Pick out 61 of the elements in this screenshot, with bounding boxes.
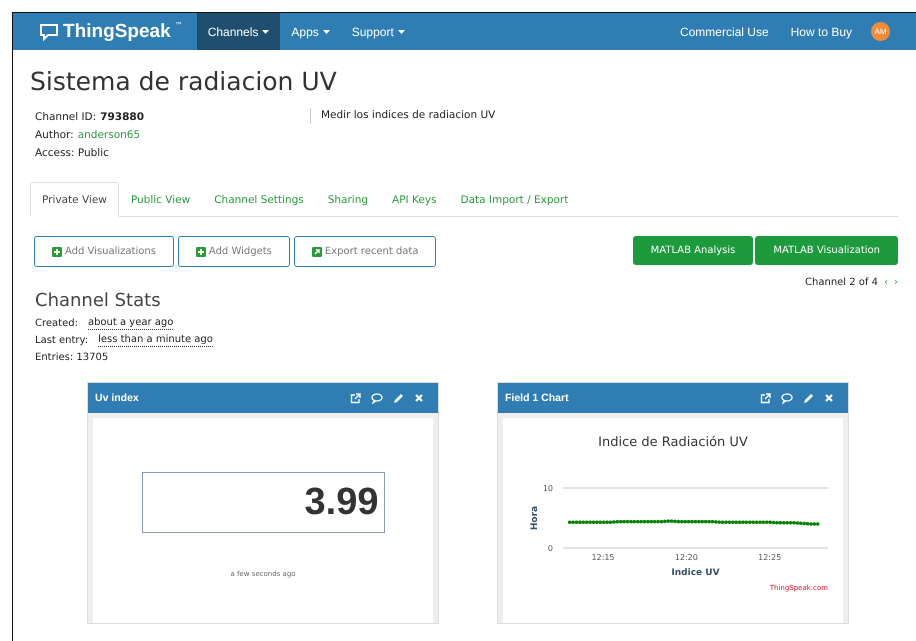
nav-menu[interactable]: Channels xyxy=(196,13,280,50)
close-icon[interactable] xyxy=(824,393,834,403)
external-link-icon[interactable] xyxy=(350,392,361,404)
channel-title: Sistema de radiacion UV xyxy=(30,67,338,96)
x-tick-label: 12:20 xyxy=(674,553,698,562)
tab[interactable]: Data Import / Export xyxy=(448,182,580,217)
action-button[interactable]: Export recent data xyxy=(294,236,436,267)
nav-link[interactable]: Commercial Use xyxy=(668,13,780,50)
widget-title: Uv index xyxy=(95,392,139,404)
y-tick-label: 10 xyxy=(542,484,553,493)
tab[interactable]: Public View xyxy=(118,182,202,217)
nav-menu[interactable]: Support xyxy=(340,13,416,50)
plus-icon xyxy=(196,246,206,256)
last-entry-label: Last entry: xyxy=(35,334,88,348)
speech-bubble-icon xyxy=(39,22,59,40)
chart-title: Indice de Radiación UV xyxy=(598,435,748,450)
caret-icon xyxy=(322,30,330,34)
caret-icon xyxy=(262,30,270,34)
channel-pager-label: Channel 2 of 4 xyxy=(805,277,878,288)
channel-description: Medir los indices de radiacion UV xyxy=(310,108,496,124)
trademark: ™ xyxy=(174,21,183,30)
y-tick-label: 0 xyxy=(548,544,553,553)
nav-link[interactable]: How to Buy xyxy=(780,13,863,50)
plus-icon xyxy=(52,246,62,256)
action-button[interactable]: Add Visualizations xyxy=(34,236,174,267)
last-entry-time: less than a minute ago xyxy=(98,334,213,347)
access-level: Access: Public xyxy=(35,146,110,161)
brand-name: ThingSpeak xyxy=(63,20,171,42)
nav-menu[interactable]: Apps xyxy=(280,13,341,50)
next-channel-link[interactable]: › xyxy=(894,277,898,288)
x-axis-label: Indice UV xyxy=(671,568,720,578)
widget-title: Field 1 Chart xyxy=(505,392,569,404)
numeric-value: 3.99 xyxy=(304,481,378,524)
stats-heading: Channel Stats xyxy=(35,290,162,311)
x-tick-label: 12:15 xyxy=(591,553,615,562)
tab[interactable]: Sharing xyxy=(316,182,380,217)
tab[interactable]: Channel Settings xyxy=(202,182,316,217)
y-axis-label: Hora xyxy=(530,506,540,530)
export-icon xyxy=(312,246,322,256)
pencil-icon[interactable] xyxy=(393,392,404,404)
x-tick-label: 12:25 xyxy=(758,553,782,562)
created-label: Created: xyxy=(35,317,78,331)
matlab-button[interactable]: MATLAB Visualization xyxy=(755,236,898,265)
close-icon[interactable] xyxy=(414,393,424,403)
caret-icon xyxy=(398,30,405,34)
entries-count: Entries: 13705 xyxy=(35,351,110,365)
channel-id: Channel ID: 793880 xyxy=(35,110,146,125)
comment-icon[interactable] xyxy=(371,392,383,404)
author-link[interactable]: anderson65 xyxy=(78,126,140,144)
thingspeak-logo[interactable]: ThingSpeak $^{™}$ xyxy=(39,13,183,50)
previous-channel-link[interactable]: ‹ xyxy=(884,277,888,288)
matlab-button[interactable]: MATLAB Analysis xyxy=(632,236,754,265)
action-button[interactable]: Add Widgets xyxy=(178,236,290,267)
comment-icon[interactable] xyxy=(781,392,793,404)
author-label: Author: xyxy=(35,128,74,143)
user-avatar[interactable]: AM xyxy=(871,22,890,41)
tab[interactable]: Private View xyxy=(30,182,119,217)
pencil-icon[interactable] xyxy=(803,392,814,404)
created-time: about a year ago xyxy=(88,317,174,330)
external-link-icon[interactable] xyxy=(760,392,771,404)
tab[interactable]: API Keys xyxy=(380,182,449,217)
